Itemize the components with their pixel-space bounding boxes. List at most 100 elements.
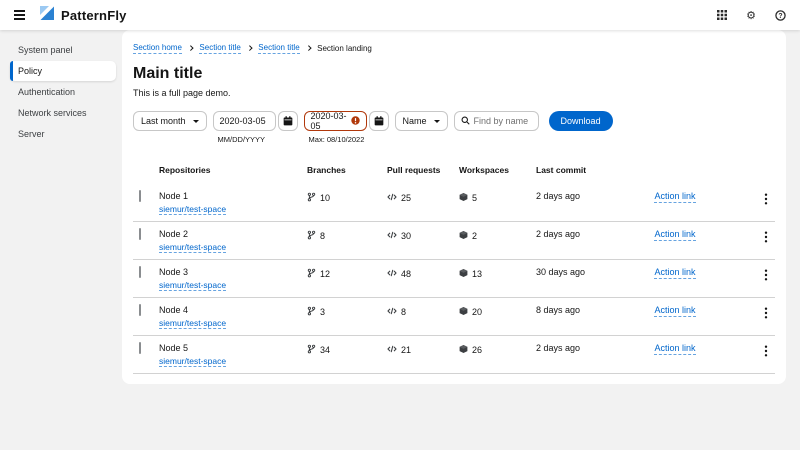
- table-row: Node 4 siemur/test-space 3: [133, 298, 775, 336]
- date-to-value: 2020-03-05: [311, 111, 351, 131]
- repository-cell: Node 1 siemur/test-space: [159, 191, 307, 215]
- code-branch-icon: [307, 192, 316, 204]
- search-input[interactable]: [474, 116, 532, 126]
- kebab-menu-icon[interactable]: [762, 191, 770, 207]
- search-icon: [461, 116, 470, 127]
- date-range-select-value: Last month: [141, 116, 186, 126]
- code-icon: [387, 268, 397, 280]
- attribute-select-value: Name: [403, 116, 427, 126]
- row-checkbox[interactable]: [139, 190, 141, 202]
- pull-requests-cell: 48: [387, 267, 459, 280]
- code-branch-icon: [307, 230, 316, 242]
- col-header-last-commit: Last commit: [536, 165, 620, 175]
- last-commit-cell: 2 days ago: [536, 191, 620, 201]
- row-checkbox[interactable]: [139, 266, 141, 278]
- branches-count: 34: [320, 345, 330, 355]
- repo-link[interactable]: siemur/test-space: [159, 204, 226, 215]
- repo-link[interactable]: siemur/test-space: [159, 356, 226, 367]
- date-range-select[interactable]: Last month: [133, 111, 207, 131]
- cube-icon: [459, 192, 468, 204]
- branches-count: 12: [320, 269, 330, 279]
- filter-toolbar: Last month 2020-03-05: [133, 111, 775, 144]
- pull-requests-count: 21: [401, 345, 411, 355]
- date-from-group: 2020-03-05 MM/DD/YYYY: [213, 111, 298, 144]
- brand-name: PatternFly: [61, 8, 127, 23]
- pull-requests-count: 8: [401, 307, 406, 317]
- kebab-menu-icon[interactable]: [762, 305, 770, 321]
- row-checkbox[interactable]: [139, 342, 141, 354]
- last-commit-cell: 30 days ago: [536, 267, 620, 277]
- pull-requests-cell: 30: [387, 229, 459, 242]
- branches-count: 3: [320, 307, 325, 317]
- branches-cell: 3: [307, 305, 387, 318]
- branches-cell: 34: [307, 343, 387, 356]
- chevron-right-icon: [306, 46, 311, 51]
- cube-icon: [459, 306, 468, 318]
- branches-cell: 8: [307, 229, 387, 242]
- code-icon: [387, 344, 397, 356]
- kebab-menu-icon[interactable]: [762, 343, 770, 359]
- row-checkbox[interactable]: [139, 228, 141, 240]
- menu-toggle-icon[interactable]: [12, 8, 27, 22]
- workspaces-count: 2: [472, 231, 477, 241]
- col-header-branches: Branches: [307, 165, 387, 175]
- brand[interactable]: PatternFly: [39, 5, 127, 26]
- action-link[interactable]: Action link: [654, 305, 695, 317]
- repo-link[interactable]: siemur/test-space: [159, 318, 226, 329]
- workspaces-count: 5: [472, 193, 477, 203]
- action-link[interactable]: Action link: [654, 191, 695, 203]
- sidebar: System panel Policy Authentication Netwo…: [0, 30, 122, 450]
- repo-link[interactable]: siemur/test-space: [159, 242, 226, 253]
- download-button[interactable]: Download: [549, 111, 613, 131]
- chevron-right-icon: [247, 46, 252, 51]
- repository-cell: Node 4 siemur/test-space: [159, 305, 307, 329]
- breadcrumb-link-section-2[interactable]: Section title: [258, 43, 299, 54]
- date-to-calendar-icon[interactable]: [369, 111, 389, 131]
- breadcrumb-link-home[interactable]: Section home: [133, 43, 182, 54]
- node-name: Node 5: [159, 343, 307, 353]
- code-icon: [387, 306, 397, 318]
- sidebar-item-authentication[interactable]: Authentication: [10, 82, 116, 102]
- name-search: [454, 111, 539, 131]
- masthead-actions: ⚙ ?: [715, 8, 790, 23]
- date-to-input[interactable]: 2020-03-05: [304, 111, 367, 131]
- action-link[interactable]: Action link: [654, 267, 695, 279]
- breadcrumb-link-section-1[interactable]: Section title: [199, 43, 240, 54]
- action-link[interactable]: Action link: [654, 229, 695, 241]
- code-icon: [387, 192, 397, 204]
- code-branch-icon: [307, 306, 316, 318]
- action-link[interactable]: Action link: [654, 343, 695, 355]
- chevron-right-icon: [188, 46, 193, 51]
- code-branch-icon: [307, 344, 316, 356]
- breadcrumb: Section home Section title Section title…: [133, 43, 775, 54]
- main-content: Section home Section title Section title…: [122, 30, 800, 450]
- app-launcher-icon[interactable]: [715, 8, 729, 22]
- date-from-helper: MM/DD/YYYY: [218, 135, 298, 144]
- workspaces-count: 20: [472, 307, 482, 317]
- kebab-menu-icon[interactable]: [762, 229, 770, 245]
- workspaces-cell: 5: [459, 191, 536, 204]
- cube-icon: [459, 230, 468, 242]
- sidebar-item-system-panel[interactable]: System panel: [10, 40, 116, 60]
- workspaces-count: 26: [472, 345, 482, 355]
- kebab-menu-icon[interactable]: [762, 267, 770, 283]
- sidebar-item-server[interactable]: Server: [10, 124, 116, 144]
- sidebar-item-network-services[interactable]: Network services: [10, 103, 116, 123]
- date-from-input[interactable]: 2020-03-05: [213, 111, 276, 131]
- node-name: Node 1: [159, 191, 307, 201]
- repo-link[interactable]: siemur/test-space: [159, 280, 226, 291]
- last-commit-cell: 2 days ago: [536, 229, 620, 239]
- pull-requests-cell: 8: [387, 305, 459, 318]
- attribute-select[interactable]: Name: [395, 111, 448, 131]
- error-exclamation-icon: [351, 116, 360, 127]
- sidebar-item-policy[interactable]: Policy: [10, 61, 116, 81]
- date-from-calendar-icon[interactable]: [278, 111, 298, 131]
- workspaces-count: 13: [472, 269, 482, 279]
- settings-gear-icon[interactable]: ⚙: [744, 8, 758, 23]
- help-icon[interactable]: ?: [773, 8, 788, 23]
- date-from-value: 2020-03-05: [220, 116, 266, 126]
- table-row: Node 1 siemur/test-space 10: [133, 184, 775, 222]
- node-name: Node 4: [159, 305, 307, 315]
- row-checkbox[interactable]: [139, 304, 141, 316]
- pull-requests-cell: 21: [387, 343, 459, 356]
